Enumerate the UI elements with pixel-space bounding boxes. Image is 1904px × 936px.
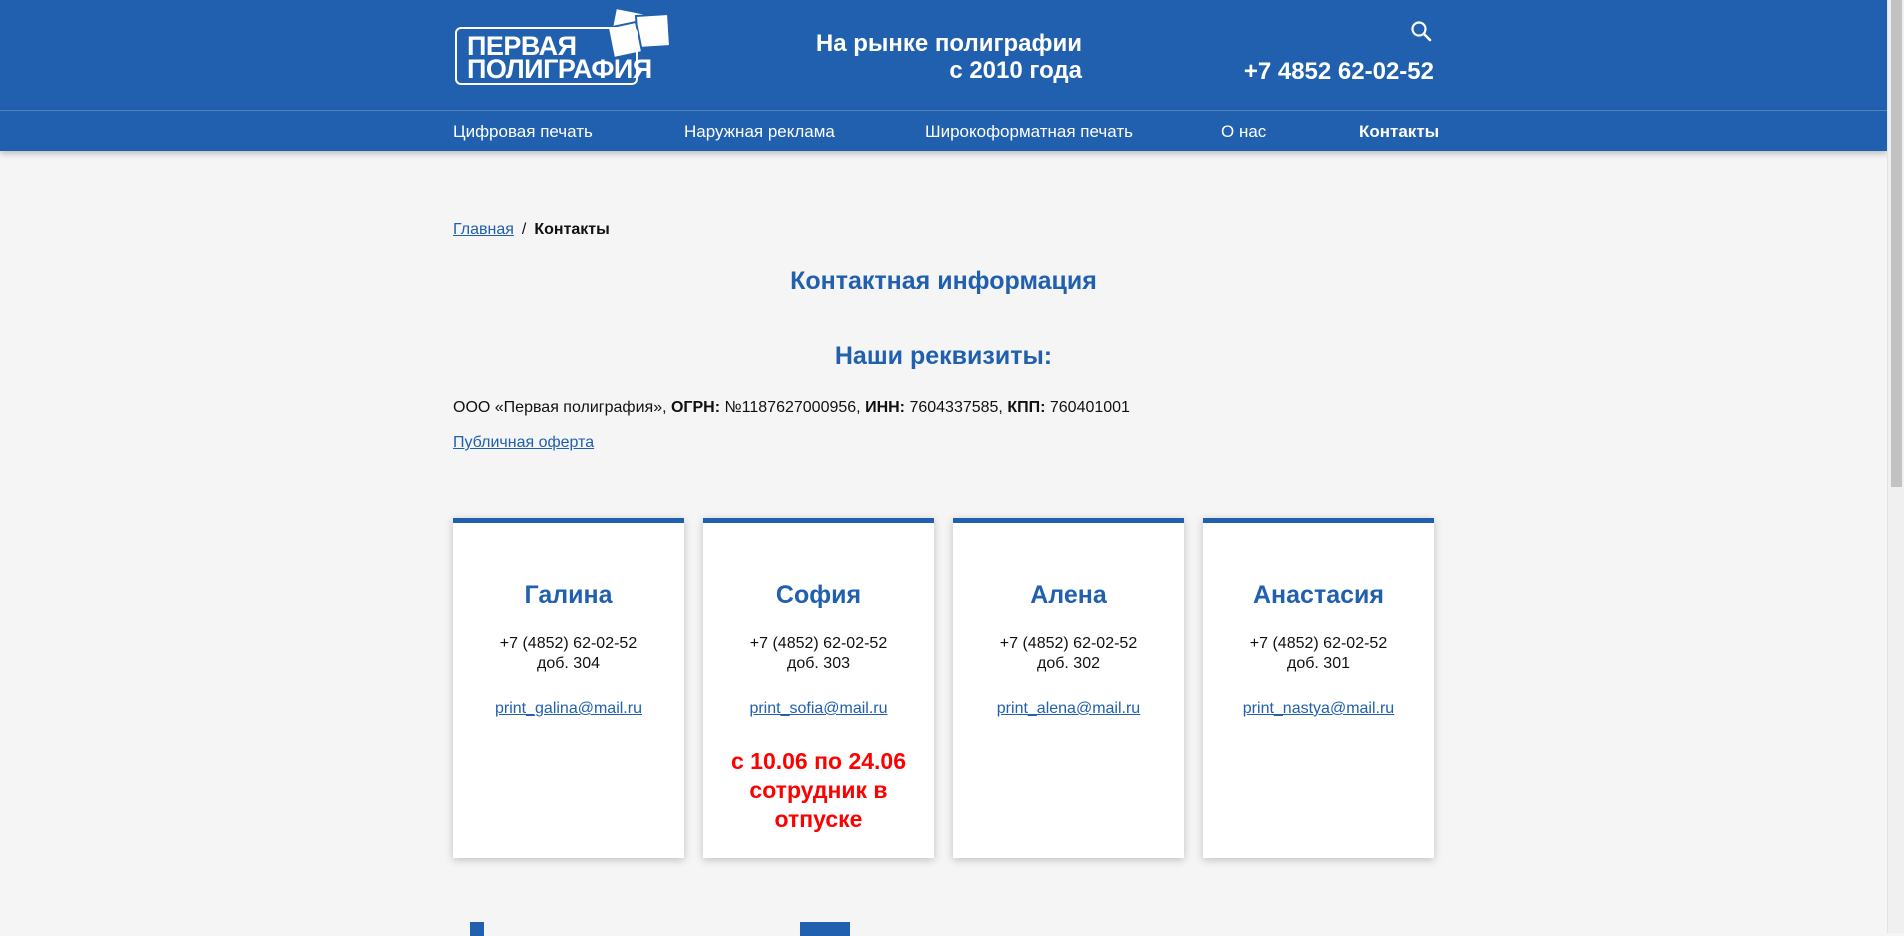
site-logo[interactable]: ПЕРВАЯ ПОЛИГРАФИЯ — [453, 6, 672, 88]
kpp-value: 760401001 — [1045, 399, 1130, 416]
ogrn-value: №1187627000956, — [720, 399, 866, 416]
header-phone[interactable]: +7 4852 62-02-52 — [1200, 58, 1434, 86]
company-name: ООО «Первая полиграфия», — [453, 399, 671, 416]
contact-phone[interactable]: +7 (4852) 62-02-52 — [703, 635, 934, 653]
contact-email-link[interactable]: print_sofia@mail.ru — [749, 700, 887, 717]
contact-email-link[interactable]: print_galina@mail.ru — [495, 700, 642, 717]
contact-extension: доб. 301 — [1287, 655, 1350, 672]
search-icon[interactable] — [1410, 20, 1432, 42]
breadcrumb-separator: / — [521, 221, 527, 238]
contact-card: Анастасия +7 (4852) 62-02-52 доб. 301 pr… — [1203, 518, 1434, 858]
contact-card: София +7 (4852) 62-02-52 доб. 303 print_… — [703, 518, 934, 858]
contact-phone[interactable]: +7 (4852) 62-02-52 — [953, 635, 1184, 653]
vacation-notice: с 10.06 по 24.06 сотрудник в отпуске — [730, 748, 906, 832]
contact-email-link[interactable]: print_alena@mail.ru — [997, 700, 1140, 717]
contact-extension: доб. 302 — [1037, 655, 1100, 672]
contact-name: Галина — [524, 581, 613, 609]
nav-item-about[interactable]: О нас — [1221, 122, 1266, 142]
kpp-label: КПП: — [1007, 399, 1046, 416]
breadcrumb-home-link[interactable]: Главная — [453, 221, 514, 238]
breadcrumb: Главная / Контакты — [453, 221, 610, 239]
contact-name: Анастасия — [1253, 581, 1384, 609]
nav-item-contacts[interactable]: Контакты — [1359, 122, 1439, 142]
contact-name: Алена — [1030, 581, 1107, 609]
nav-item-wide-format[interactable]: Широкоформатная печать — [925, 122, 1133, 142]
nav-item-digital-print[interactable]: Цифровая печать — [453, 122, 593, 142]
main-nav: Цифровая печать Наружная реклама Широкоф… — [0, 110, 1887, 151]
header: ПЕРВАЯ ПОЛИГРАФИЯ На рынке полиграфии с … — [0, 0, 1887, 110]
ogrn-label: ОГРН: — [670, 399, 721, 416]
inn-value: 7604337585, — [905, 399, 1008, 416]
requisites-title: Наши реквизиты: — [834, 342, 1053, 370]
header-tagline: На рынке полиграфии с 2010 года — [700, 30, 1082, 84]
public-offer-link[interactable]: Публичная оферта — [453, 434, 594, 452]
contact-name: София — [775, 581, 862, 609]
contact-extension: доб. 304 — [537, 655, 600, 672]
contact-phone[interactable]: +7 (4852) 62-02-52 — [1203, 635, 1434, 653]
contact-card: Алена +7 (4852) 62-02-52 доб. 302 print_… — [953, 518, 1184, 858]
page-title: Контактная информация — [790, 267, 1097, 295]
contact-extension: доб. 303 — [787, 655, 850, 672]
contact-email-link[interactable]: print_nastya@mail.ru — [1243, 700, 1394, 717]
tagline-line2: с 2010 года — [949, 57, 1082, 84]
requisites-text: ООО «Первая полиграфия», ОГРН: №11876270… — [453, 399, 1130, 417]
contact-phone[interactable]: +7 (4852) 62-02-52 — [453, 635, 684, 653]
next-section-peek — [800, 922, 850, 936]
scrollbar-thumb[interactable] — [1891, 0, 1902, 487]
inn-label: ИНН: — [865, 399, 905, 416]
logo-text-line2: ПОЛИГРАФИЯ — [467, 54, 652, 84]
contact-card: Галина +7 (4852) 62-02-52 доб. 304 print… — [453, 518, 684, 858]
page-scrollbar[interactable] — [1887, 0, 1904, 933]
breadcrumb-current: Контакты — [534, 221, 610, 238]
nav-item-outdoor-ads[interactable]: Наружная реклама — [684, 122, 835, 142]
next-section-peek — [470, 922, 484, 936]
tagline-line1: На рынке полиграфии — [815, 30, 1082, 57]
